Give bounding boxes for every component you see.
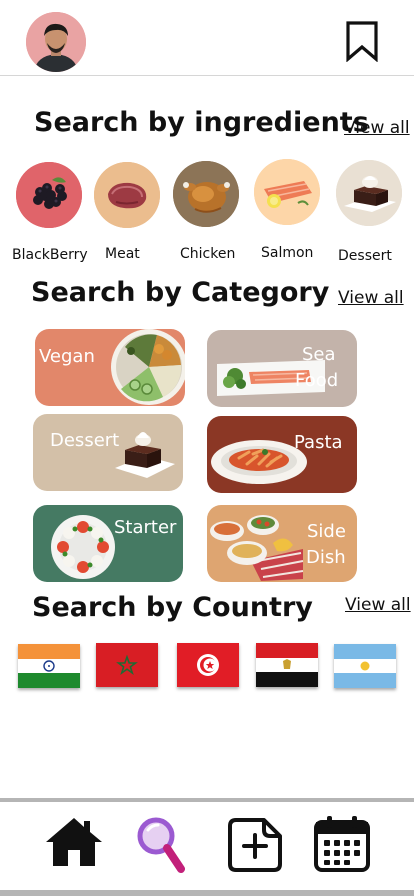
country-flag-tunisia[interactable] — [177, 643, 239, 687]
argentina-flag-icon — [334, 644, 396, 688]
category-label: Side — [307, 521, 346, 542]
nav-home-button[interactable] — [44, 816, 104, 873]
category-card-sea-food[interactable]: Sea Food — [207, 330, 357, 407]
nav-add-button[interactable] — [226, 816, 284, 879]
category-card-side-dish[interactable]: Side Dish — [207, 505, 357, 582]
bottom-nav-divider — [0, 798, 414, 802]
chicken-photo — [173, 161, 239, 227]
bookmark-icon — [346, 21, 378, 63]
home-icon — [46, 818, 102, 866]
ingredient-label: Dessert — [338, 248, 392, 264]
ingredient-label: Chicken — [180, 246, 236, 262]
category-label: Vegan — [39, 346, 95, 367]
category-label: Dessert — [50, 430, 120, 451]
add-icon — [228, 818, 282, 872]
ingredient-label: Meat — [105, 246, 140, 262]
ingredient-label: Salmon — [261, 245, 314, 261]
user-avatar-photo — [26, 12, 86, 72]
ingredients-view-all-link[interactable]: View all — [344, 118, 410, 138]
nav-search-button[interactable] — [136, 816, 186, 879]
morocco-flag-icon — [96, 643, 158, 687]
calendar-icon — [314, 816, 370, 872]
category-card-starter[interactable]: Starter — [33, 505, 183, 582]
bookmark-button[interactable] — [344, 20, 380, 63]
starter-plate-photo — [51, 515, 115, 579]
category-label: Dish — [306, 547, 346, 568]
category-section-title: Search by Category — [31, 277, 330, 308]
header-divider — [0, 75, 414, 76]
egypt-flag-icon — [256, 643, 318, 687]
ingredient-label: BlackBerry — [12, 247, 88, 263]
category-label: Food — [295, 370, 339, 391]
category-label: Sea — [302, 344, 336, 365]
ingredient-blackberry[interactable] — [16, 162, 82, 228]
country-view-all-link[interactable]: View all — [345, 595, 411, 615]
country-flag-india[interactable] — [18, 644, 80, 688]
india-flag-icon — [18, 644, 80, 688]
meat-photo — [94, 162, 160, 228]
tunisia-flag-icon — [177, 643, 239, 687]
avatar[interactable] — [26, 12, 86, 72]
nav-calendar-button[interactable] — [312, 814, 372, 879]
category-view-all-link[interactable]: View all — [338, 288, 404, 308]
ingredient-chicken[interactable] — [173, 161, 239, 227]
blackberry-photo — [16, 162, 82, 228]
country-flag-argentina[interactable] — [334, 644, 396, 688]
category-card-pasta[interactable]: Pasta — [207, 416, 357, 493]
ingredient-dessert[interactable] — [336, 160, 402, 226]
side-dish-bowls-photo — [210, 515, 304, 581]
dessert-photo — [336, 160, 402, 226]
ingredients-section-title: Search by ingredients — [34, 107, 369, 138]
category-card-dessert[interactable]: Dessert — [33, 414, 183, 491]
category-label: Starter — [114, 517, 177, 538]
home-indicator-bar — [0, 890, 414, 896]
country-flag-morocco[interactable] — [96, 643, 158, 687]
ingredient-meat[interactable] — [94, 162, 160, 228]
vegan-bowl-photo — [111, 329, 185, 405]
dessert-cake-photo — [115, 432, 175, 478]
country-section-title: Search by Country — [32, 592, 313, 623]
search-icon — [137, 817, 185, 873]
salmon-photo — [254, 159, 320, 225]
country-flag-egypt[interactable] — [256, 643, 318, 687]
ingredient-salmon[interactable] — [254, 159, 320, 225]
category-label: Pasta — [294, 432, 343, 453]
category-card-vegan[interactable]: Vegan — [35, 329, 185, 406]
